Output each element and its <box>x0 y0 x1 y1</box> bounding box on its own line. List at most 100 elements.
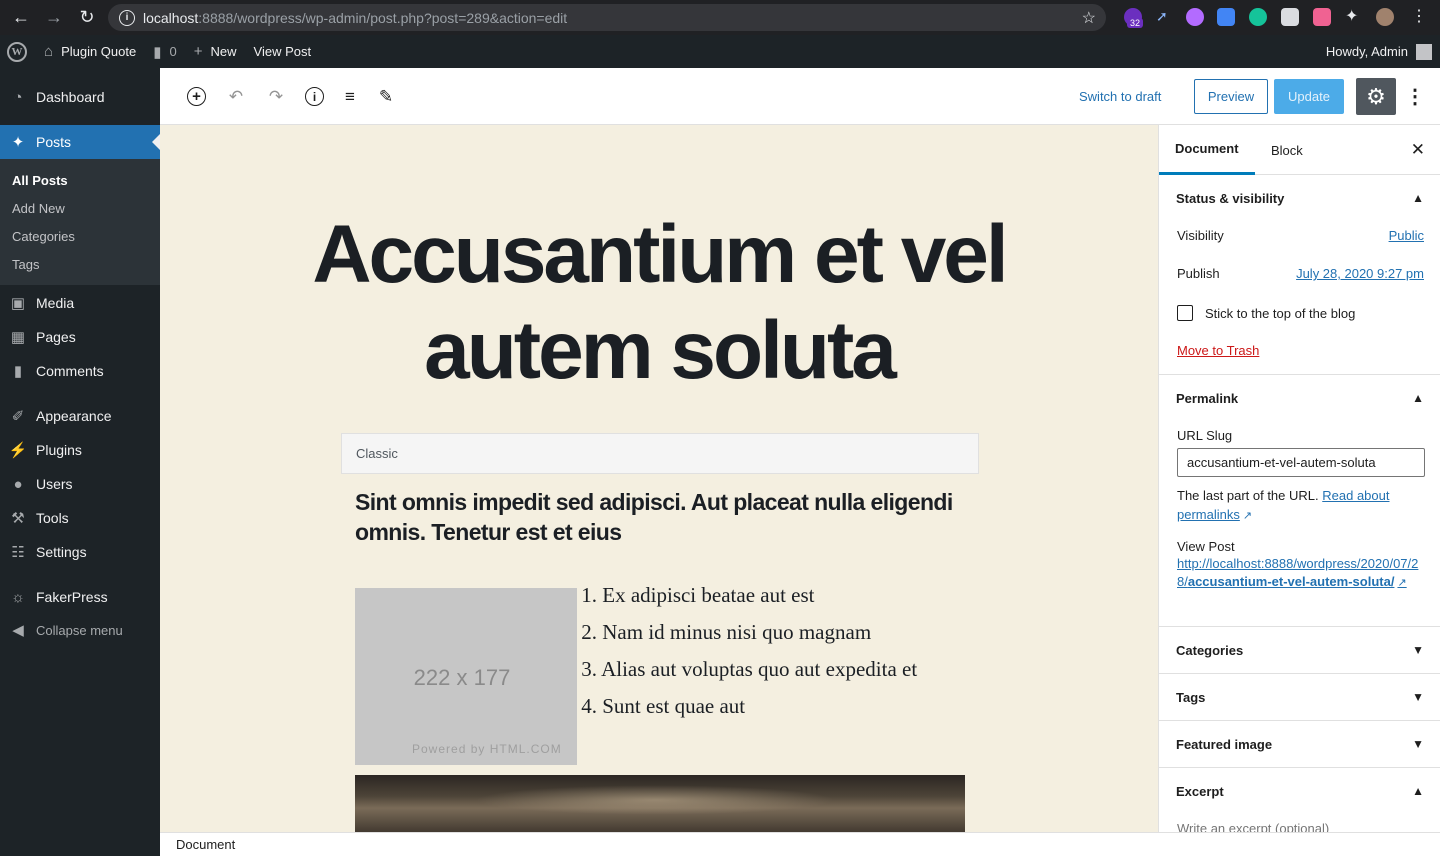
pages-icon: ▦ <box>10 329 26 346</box>
chevron-down-icon[interactable]: ▼ <box>1412 690 1424 704</box>
view-post-url-link[interactable]: http://localhost:8888/wordpress/2020/07/… <box>1177 555 1429 592</box>
howdy-user[interactable]: Howdy, Admin <box>1326 44 1408 59</box>
post-title[interactable]: Accusantium et vel autem soluta <box>220 207 1098 399</box>
move-to-trash-link[interactable]: Move to Trash <box>1177 343 1259 358</box>
excerpt-placeholder[interactable]: Write an excerpt (optional) <box>1177 821 1329 832</box>
user-icon: ● <box>13 475 23 493</box>
menu-settings[interactable]: ☷ Settings <box>0 535 160 569</box>
media-icon: ▣ <box>10 295 26 312</box>
forward-icon[interactable]: → <box>42 6 66 30</box>
site-name-link[interactable]: ⌂ Plugin Quote <box>44 43 136 60</box>
menu-pages[interactable]: ▦ Pages <box>0 320 160 354</box>
breadcrumb-document[interactable]: Document <box>176 837 235 852</box>
chevron-up-icon[interactable]: ▲ <box>1412 391 1424 405</box>
panel-permalink[interactable]: Permalink <box>1176 391 1238 406</box>
visibility-link[interactable]: Public <box>1389 228 1424 243</box>
comments-count: 0 <box>169 44 177 59</box>
chevron-up-icon[interactable]: ▲ <box>1412 191 1424 205</box>
browser-menu-icon[interactable]: ⋮ <box>1410 8 1428 26</box>
settings-gear-icon[interactable]: ⚙ <box>1356 78 1396 115</box>
preview-button[interactable]: Preview <box>1194 79 1268 114</box>
site-info-icon[interactable]: i <box>119 9 135 26</box>
new-content-link[interactable]: + New <box>194 43 237 60</box>
profile-avatar[interactable] <box>1376 8 1394 26</box>
panel-featured-image[interactable]: Featured image <box>1176 737 1272 752</box>
undo-icon[interactable]: ↶ <box>225 86 247 108</box>
submenu-categories[interactable]: Categories <box>12 229 75 244</box>
list-view-icon[interactable]: ≡ <box>339 86 361 108</box>
extension-icon[interactable] <box>1313 8 1331 26</box>
sticky-checkbox[interactable] <box>1177 305 1193 321</box>
photo-highlight <box>475 785 835 815</box>
menu-tools[interactable]: ⚒ Tools <box>0 501 160 535</box>
dashboard-gauge-icon: ◔ <box>13 88 23 106</box>
switch-to-draft-button[interactable]: Switch to draft <box>1079 89 1161 104</box>
menu-label: Collapse menu <box>36 622 123 638</box>
settings-sidebar: Document Block ✕ Status & visibility ▲ V… <box>1158 125 1440 832</box>
menu-collapse[interactable]: ◀ Collapse menu <box>0 613 160 647</box>
menu-label: Users <box>36 476 73 492</box>
redo-icon[interactable]: ↷ <box>265 86 287 108</box>
extension-pen-icon[interactable]: ➚ <box>1156 8 1174 26</box>
view-post-link[interactable]: View Post <box>254 44 312 59</box>
menu-dashboard[interactable]: ◔ Dashboard <box>0 80 160 114</box>
image-block-clouds[interactable] <box>355 775 965 832</box>
panel-status-visibility[interactable]: Status & visibility <box>1176 191 1284 206</box>
menu-appearance[interactable]: ✐ Appearance <box>0 399 160 433</box>
submenu-add-new[interactable]: Add New <box>12 201 65 216</box>
grammarly-extension-icon[interactable] <box>1249 8 1267 26</box>
classic-block-toolbar[interactable]: Classic <box>341 433 979 474</box>
update-button[interactable]: Update <box>1274 79 1344 114</box>
reload-icon[interactable]: ↻ <box>75 6 99 30</box>
edit-pencil-icon[interactable]: ✎ <box>375 86 397 108</box>
panel-tags[interactable]: Tags <box>1176 690 1205 705</box>
extension-icon[interactable] <box>1281 8 1299 26</box>
tab-document[interactable]: Document <box>1159 125 1255 175</box>
divider <box>1159 374 1440 375</box>
translate-extension-icon[interactable] <box>1217 8 1235 26</box>
submenu-all-posts[interactable]: All Posts <box>12 173 68 188</box>
home-icon: ⌂ <box>44 43 54 60</box>
menu-users[interactable]: ● Users <box>0 467 160 501</box>
view-post-label: View Post <box>253 44 312 59</box>
panel-categories[interactable]: Categories <box>1176 643 1243 658</box>
close-icon[interactable]: ✕ <box>1411 140 1425 160</box>
extension-icon[interactable] <box>1186 8 1204 26</box>
ordered-list-block[interactable]: 1. Ex adipisci beatae aut est 2. Nam id … <box>577 580 917 728</box>
comments-link[interactable]: ▮ 0 <box>153 43 177 61</box>
menu-label: Settings <box>36 544 87 560</box>
chevron-down-icon[interactable]: ▼ <box>1412 737 1424 751</box>
menu-label: FakerPress <box>36 589 108 605</box>
wordpress-logo-icon[interactable]: W <box>7 41 27 62</box>
submenu-tags[interactable]: Tags <box>12 257 39 272</box>
chevron-up-icon[interactable]: ▲ <box>1412 784 1424 798</box>
menu-plugins[interactable]: ⚡ Plugins <box>0 433 160 467</box>
menu-media[interactable]: ▣ Media <box>0 286 160 320</box>
list-number: 4. <box>581 694 597 718</box>
placeholder-image[interactable]: 222 x 177 Powered by HTML.COM <box>355 588 577 765</box>
divider <box>1159 720 1440 721</box>
publish-date-link[interactable]: July 28, 2020 9:27 pm <box>1296 266 1424 281</box>
tab-block[interactable]: Block <box>1271 125 1303 175</box>
menu-label: Posts <box>36 134 72 150</box>
menu-comments[interactable]: ▮ Comments <box>0 354 160 388</box>
extensions-puzzle-icon[interactable]: ✦ <box>1345 8 1363 26</box>
chevron-down-icon[interactable]: ▼ <box>1412 643 1424 657</box>
view-post-label: View Post <box>1177 539 1235 554</box>
visibility-label: Visibility <box>1177 228 1224 243</box>
bookmark-star-icon[interactable]: ☆ <box>1082 8 1096 28</box>
panel-excerpt[interactable]: Excerpt <box>1176 784 1224 799</box>
back-icon[interactable]: ← <box>9 6 33 30</box>
menu-posts[interactable]: ✦ Posts <box>0 125 160 159</box>
divider <box>1159 767 1440 768</box>
info-icon[interactable]: i <box>305 87 324 106</box>
more-options-icon[interactable]: ⋮ <box>1405 84 1425 108</box>
url-slug-input[interactable] <box>1177 448 1425 477</box>
post-title-line: Accusantium et vel <box>312 209 1008 300</box>
menu-fakerpress[interactable]: ☼ FakerPress <box>0 580 160 614</box>
heading-block[interactable]: Sint omnis impedit sed adipisci. Aut pla… <box>355 487 955 547</box>
user-avatar[interactable] <box>1416 44 1432 60</box>
address-bar[interactable]: i localhost:8888/wordpress/wp-admin/post… <box>108 4 1106 31</box>
url-text[interactable]: localhost:8888/wordpress/wp-admin/post.p… <box>143 10 567 26</box>
add-block-icon[interactable]: + <box>187 87 206 106</box>
